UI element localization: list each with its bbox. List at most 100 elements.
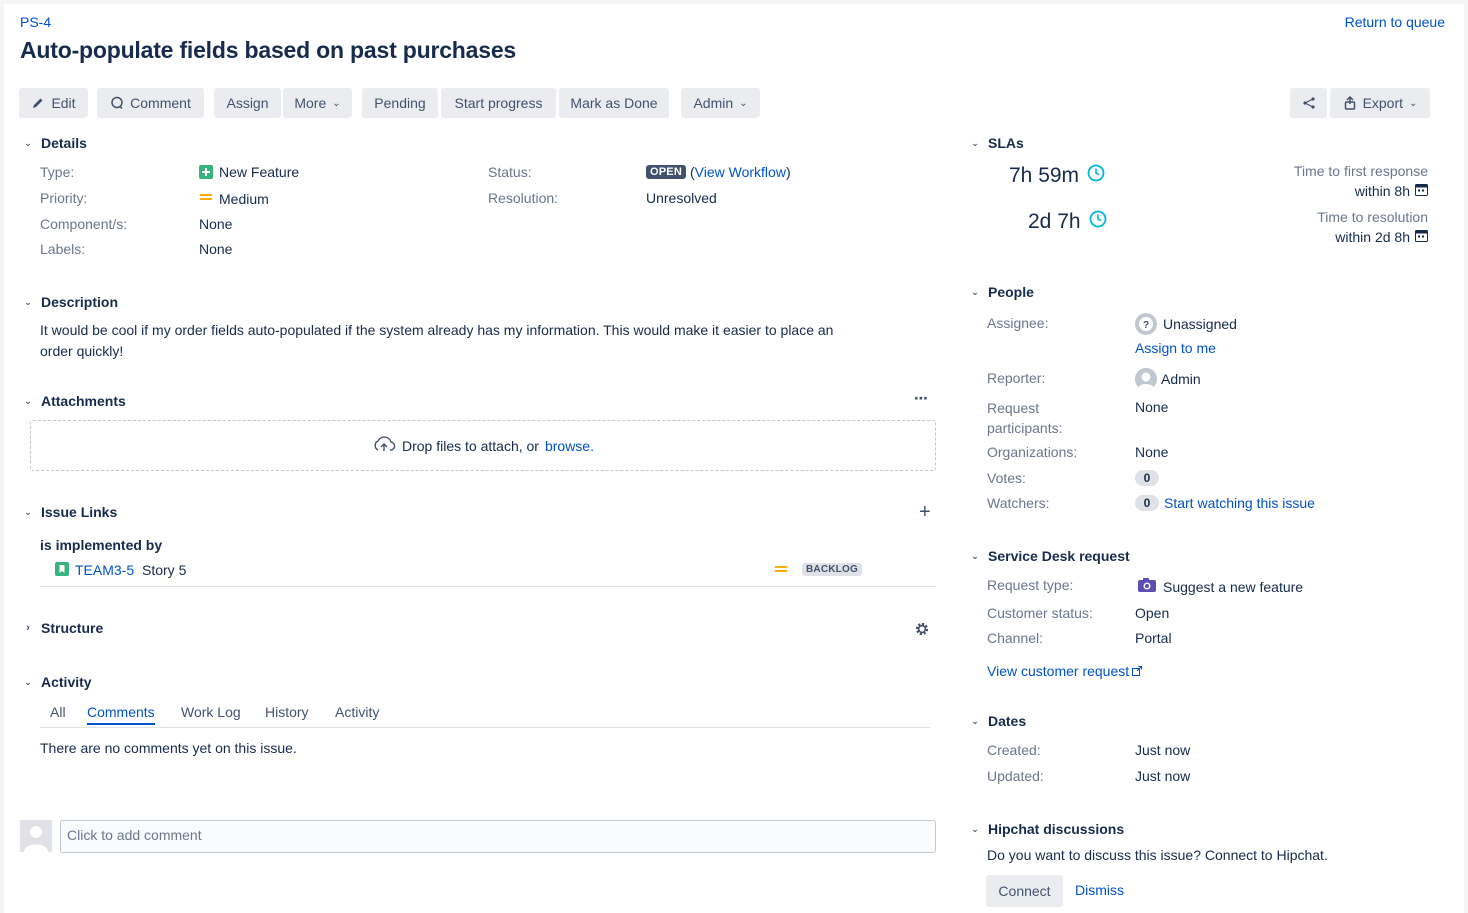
comment-button[interactable]: Comment (97, 88, 204, 118)
votes-count-badge: 0 (1135, 470, 1159, 486)
linked-issue-key[interactable]: TEAM3-5 (75, 562, 134, 578)
tab-activity[interactable]: Activity (335, 704, 379, 720)
start-progress-button[interactable]: Start progress (441, 88, 556, 118)
connect-button[interactable]: Connect (986, 875, 1063, 907)
pending-button[interactable]: Pending (362, 88, 438, 118)
watchers-count-badge[interactable]: 0 (1135, 495, 1159, 511)
issue-summary: Auto-populate fields based on past purch… (20, 37, 516, 63)
chevron-down-icon: ⌄ (24, 137, 32, 148)
add-comment-input[interactable]: Click to add comment (60, 820, 936, 853)
issue-view: PS-4 Return to queue Auto-populate field… (4, 4, 1464, 913)
structure-section-toggle[interactable]: › Structure (22, 620, 103, 636)
add-link-icon[interactable]: + (919, 502, 931, 522)
service-desk-section-toggle[interactable]: ⌄ Service Desk request (969, 548, 1130, 564)
avatar (1135, 368, 1157, 390)
attachments-section-toggle[interactable]: ⌄ Attachments (22, 393, 126, 409)
external-link-icon (1132, 663, 1143, 679)
votes-value[interactable]: 0 (1135, 470, 1159, 486)
activity-title: Activity (41, 674, 92, 690)
customer-status-value: Open (1135, 605, 1170, 621)
sla-resolution-label: Time to resolution within 2d 8h (1317, 207, 1428, 247)
priority-medium-icon (774, 562, 788, 579)
admin-label: Admin (693, 95, 734, 111)
tab-all[interactable]: All (50, 704, 66, 720)
reporter-value[interactable]: Admin (1135, 368, 1201, 390)
attachment-dropzone[interactable]: Drop files to attach, or browse. (30, 420, 936, 471)
chevron-down-icon: ⌄ (971, 286, 979, 297)
return-to-queue-link[interactable]: Return to queue (1345, 14, 1445, 30)
issue-links-section-toggle[interactable]: ⌄ Issue Links (22, 504, 117, 520)
sla-time-text: 2d 7h (1028, 210, 1081, 233)
issue-key-link[interactable]: PS-4 (20, 14, 51, 30)
svg-text:?: ? (1143, 320, 1149, 331)
type-label: Type: (40, 164, 75, 180)
hipchat-section-toggle[interactable]: ⌄ Hipchat discussions (969, 821, 1124, 837)
people-section-toggle[interactable]: ⌄ People (969, 284, 1034, 300)
linked-issue-row[interactable]: TEAM3-5 Story 5 BACKLOG (40, 558, 936, 587)
view-customer-request-link[interactable]: View customer request (987, 663, 1129, 679)
tab-comments[interactable]: Comments (87, 704, 155, 725)
chevron-down-icon: ⌄ (971, 823, 979, 834)
sla-time-text: 7h 59m (1009, 164, 1080, 187)
comment-label: Comment (130, 95, 191, 111)
view-workflow-link[interactable]: View Workflow (695, 164, 786, 180)
dates-section-toggle[interactable]: ⌄ Dates (969, 713, 1026, 729)
chevron-down-icon: ⌄ (971, 550, 979, 561)
assign-button[interactable]: Assign (214, 88, 281, 118)
tab-history[interactable]: History (265, 704, 309, 720)
browse-link[interactable]: browse. (545, 438, 594, 454)
slas-section-toggle[interactable]: ⌄ SLAs (969, 135, 1024, 151)
drop-text: Drop files to attach, or (402, 437, 539, 454)
edit-button[interactable]: Edit (19, 88, 88, 118)
start-progress-label: Start progress (454, 95, 543, 111)
hipchat-prompt: Do you want to discuss this issue? Conne… (987, 847, 1328, 863)
details-title: Details (41, 135, 87, 151)
view-customer-request[interactable]: View customer request (987, 663, 1143, 679)
dismiss-link[interactable]: Dismiss (1075, 882, 1124, 898)
calendar-icon (1415, 181, 1428, 201)
avatar (20, 820, 52, 852)
description-text[interactable]: It would be cool if my order fields auto… (40, 320, 833, 362)
details-section-toggle[interactable]: ⌄ Details (22, 135, 87, 151)
more-button[interactable]: More ⌄ (283, 88, 352, 118)
calendar-icon (1415, 227, 1428, 247)
description-line: It would be cool if my order fields auto… (40, 322, 834, 338)
more-label: More (294, 95, 327, 111)
cloud-upload-icon (372, 435, 396, 456)
created-label: Created: (987, 742, 1041, 758)
description-section-toggle[interactable]: ⌄ Description (22, 294, 118, 310)
assign-label: Assign (226, 95, 269, 111)
tab-work-log[interactable]: Work Log (181, 704, 241, 720)
channel-value: Portal (1135, 630, 1172, 646)
created-value: Just now (1135, 742, 1191, 758)
clock-icon (1087, 164, 1105, 188)
resolution-value: Unresolved (646, 190, 717, 206)
reporter-label: Reporter: (987, 370, 1046, 386)
gear-icon[interactable] (914, 621, 930, 640)
no-comments-text: There are no comments yet on this issue. (40, 740, 297, 756)
link-relation: is implemented by (40, 537, 163, 553)
chevron-down-icon: ⌄ (24, 395, 32, 406)
channel-label: Channel: (987, 630, 1044, 646)
mark-as-done-button[interactable]: Mark as Done (559, 88, 669, 118)
assignee-value[interactable]: ? Unassigned (1135, 313, 1237, 335)
start-watching-link[interactable]: Start watching this issue (1164, 495, 1315, 511)
labels-label: Labels: (40, 241, 86, 257)
pending-label: Pending (374, 95, 426, 111)
pencil-icon (31, 96, 45, 110)
priority-medium-icon (199, 190, 213, 207)
sla-first-response-time: 7h 59m (1009, 164, 1105, 188)
unassigned-avatar-icon: ? (1135, 313, 1157, 335)
activity-section-toggle[interactable]: ⌄ Activity (22, 674, 92, 690)
more-options-icon[interactable]: ⋯ (914, 390, 929, 407)
assign-to-me-link[interactable]: Assign to me (1135, 340, 1216, 356)
service-desk-title: Service Desk request (988, 548, 1130, 564)
close-paren: ) (785, 164, 791, 180)
admin-button[interactable]: Admin ⌄ (681, 88, 760, 118)
share-button[interactable] (1290, 88, 1327, 118)
export-button[interactable]: Export ⌄ (1330, 88, 1430, 118)
activity-tabs: All Comments Work Log History Activity (40, 704, 930, 728)
sla-name: Time to resolution (1317, 209, 1428, 225)
sla-goal-text: within 8h (1354, 183, 1410, 199)
updated-label: Updated: (987, 768, 1044, 784)
